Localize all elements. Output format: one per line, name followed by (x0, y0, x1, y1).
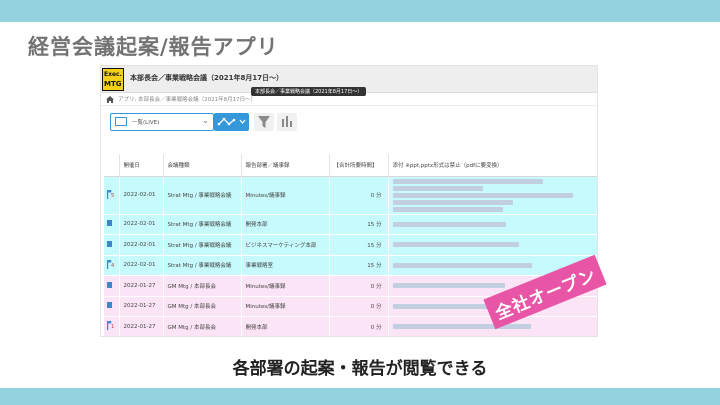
row-department: 開発本部 (241, 316, 330, 336)
redacted-attachment (392, 242, 519, 248)
row-icon-cell[interactable] (104, 275, 120, 297)
graph-icon (217, 117, 246, 126)
row-badge: 4 (111, 262, 115, 269)
table-row[interactable]: 5 2022-02-01 Strat Mtg / 事業戦略会議 Minutes/議事録… (104, 176, 597, 215)
toolbar: 一覧(LIVE) ⌄ (101, 106, 597, 136)
row-total-time: 0 分 (329, 316, 389, 336)
row-date: 2022-02-01 (119, 234, 164, 256)
slide-caption: 各部署の起案・報告が閲覧できる (232, 359, 488, 379)
row-department: 事業戦略室 (241, 255, 330, 276)
redacted-attachment (392, 199, 513, 205)
row-attachment[interactable] (388, 176, 597, 215)
top-band (0, 0, 720, 22)
breadcrumb-app-link[interactable]: アプリ: 本部長会／事業戦略会議（2021年8月17日～） (118, 95, 256, 103)
table-row[interactable]: 1 2022-01-27 GM Mtg / 本部長会 開発本部 0 分 (104, 316, 597, 336)
view-select-label: 一覧(LIVE) (132, 120, 160, 126)
bar-chart-icon (282, 116, 292, 127)
row-badge: 5 (111, 192, 115, 199)
document-icon (107, 281, 112, 288)
row-meeting-type: GM Mtg / 本部長会 (163, 296, 242, 317)
row-date: 2022-02-01 (119, 176, 164, 215)
filter-button[interactable] (254, 113, 274, 131)
logo-line2: MTG (104, 80, 122, 88)
redacted-attachment (392, 262, 532, 268)
header-icon-col (104, 154, 120, 177)
app-logo: Exec. MTG (102, 68, 124, 91)
row-attachment[interactable] (388, 234, 597, 256)
row-department: 開発本部 (241, 214, 330, 235)
row-department: Minutes/議事録 (241, 296, 330, 317)
redacted-attachment (392, 185, 483, 191)
redacted-attachment (392, 178, 543, 184)
row-department: Minutes/議事録 (241, 176, 330, 215)
bottom-band (0, 388, 720, 405)
row-meeting-type: Strat Mtg / 事業戦略会議 (163, 176, 242, 215)
row-icon-cell[interactable]: 4 (104, 255, 120, 276)
row-icon-cell[interactable] (104, 296, 120, 317)
document-icon (107, 302, 112, 309)
chevron-down-icon: ⌄ (202, 116, 209, 125)
document-icon (107, 240, 112, 247)
row-date: 2022-01-27 (119, 296, 164, 317)
row-icon-cell[interactable]: 1 (104, 316, 120, 336)
header-meeting-type[interactable]: 会議種類 (163, 154, 242, 177)
row-attachment[interactable] (388, 214, 597, 235)
status-flag-icon: 5 (107, 189, 116, 201)
row-meeting-type: Strat Mtg / 事業戦略会議 (163, 234, 242, 256)
header-department[interactable]: 報告部署／議事録 (241, 154, 330, 177)
list-view-icon (115, 117, 127, 126)
logo-line1: Exec. (104, 71, 122, 78)
header-date[interactable]: 開催日 (119, 154, 164, 177)
table-row[interactable]: 4 2022-02-01 Strat Mtg / 事業戦略会議 事業戦略室 15 分 (104, 255, 597, 276)
row-icon-cell[interactable] (104, 234, 120, 256)
row-department: Minutes/議事録 (241, 275, 330, 297)
row-meeting-type: Strat Mtg / 事業戦略会議 (163, 214, 242, 235)
row-date: 2022-01-27 (119, 316, 164, 336)
document-icon (107, 220, 112, 227)
row-total-time: 15 分 (329, 234, 389, 256)
row-date: 2022-01-27 (119, 275, 164, 297)
redacted-attachment (392, 283, 505, 289)
app-title: 本部長会／事業戦略会議（2021年8月17日～） (130, 74, 284, 82)
row-badge: 1 (111, 324, 115, 331)
slide-title: 経営会議起案/報告アプリ (28, 35, 279, 59)
row-department: ビジネスマーケティング本部 (241, 234, 330, 256)
row-total-time: 0 分 (329, 296, 389, 317)
filter-icon (258, 116, 270, 128)
table-row[interactable]: 2022-02-01 Strat Mtg / 事業戦略会議 ビジネスマーケティング本… (104, 234, 597, 256)
chart-button[interactable] (277, 113, 297, 131)
row-date: 2022-02-01 (119, 255, 164, 276)
row-total-time: 0 分 (329, 275, 389, 297)
redacted-attachment (392, 206, 503, 212)
row-icon-cell[interactable]: 5 (104, 176, 120, 215)
row-meeting-type: GM Mtg / 本部長会 (163, 316, 242, 336)
row-meeting-type: GM Mtg / 本部長会 (163, 275, 242, 297)
view-select[interactable]: 一覧(LIVE) ⌄ (110, 113, 214, 131)
app-header: Exec. MTG 本部長会／事業戦略会議（2021年8月17日～） 本部長会／… (101, 66, 597, 96)
row-total-time: 15 分 (329, 214, 389, 235)
row-meeting-type: Strat Mtg / 事業戦略会議 (163, 255, 242, 276)
table-header-row: 開催日 会議種類 報告部署／議事録 【合計所要時間】 添付 ※ppt,pptx形… (104, 154, 597, 177)
header-total-time[interactable]: 【合計所要時間】 (329, 154, 389, 177)
redacted-attachment (392, 324, 531, 330)
redacted-attachment (392, 192, 573, 198)
graph-view-button[interactable] (214, 113, 249, 131)
header-attachment[interactable]: 添付 ※ppt,pptx形式は禁止（pdfに要変換） (388, 154, 597, 177)
row-total-time: 0 分 (329, 176, 389, 215)
breadcrumb: アプリ: 本部長会／事業戦略会議（2021年8月17日～） (101, 93, 597, 106)
home-icon[interactable] (106, 96, 114, 103)
status-flag-icon: 4 (107, 259, 116, 271)
row-icon-cell[interactable] (104, 214, 120, 235)
row-total-time: 15 分 (329, 255, 389, 276)
row-date: 2022-02-01 (119, 214, 164, 235)
redacted-attachment (392, 221, 506, 227)
status-flag-icon: 1 (107, 321, 116, 332)
table-row[interactable]: 2022-02-01 Strat Mtg / 事業戦略会議 開発本部 15 分 (104, 214, 597, 235)
